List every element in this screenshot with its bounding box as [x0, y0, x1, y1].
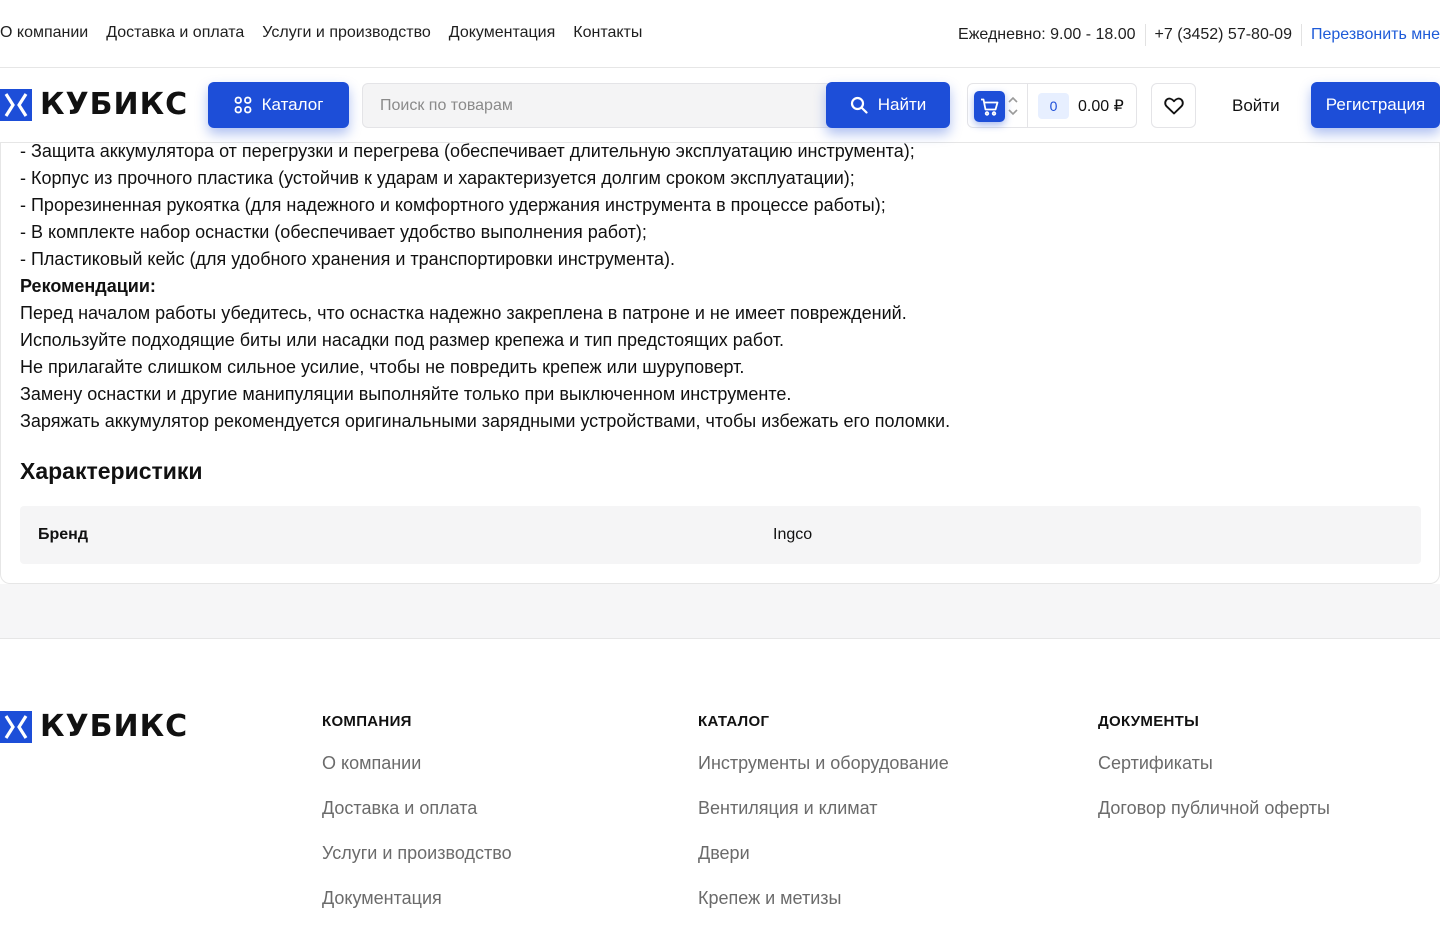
recommendation-line: Заряжать аккумулятор рекомендуется ориги… — [20, 411, 951, 431]
recommendation-line: Не прилагайте слишком сильное усилие, чт… — [20, 357, 745, 377]
grid-icon — [234, 96, 251, 114]
logo-mark-icon — [0, 89, 32, 121]
search-button[interactable]: Найти — [826, 82, 950, 128]
cart-widget[interactable]: 0 0.00 ₽ — [967, 83, 1137, 128]
cart-button[interactable] — [974, 91, 1005, 122]
footer-link[interactable]: Инструменты и оборудование — [698, 752, 949, 774]
footer-link[interactable]: Вентиляция и климат — [698, 797, 949, 819]
phone-link[interactable]: +7 (3452) 57-80-09 — [1155, 26, 1292, 44]
footer-logo[interactable]: КУБИКС — [0, 711, 188, 743]
footer-column-title: КОМПАНИЯ — [322, 713, 412, 730]
top-nav-services[interactable]: Услуги и производство — [262, 24, 431, 42]
register-button[interactable]: Регистрация — [1311, 82, 1440, 128]
logo-text: КУБИКС — [40, 87, 189, 122]
footer-link[interactable]: Документация — [322, 887, 512, 909]
top-bar: О компании Доставка и оплата Услуги и пр… — [0, 0, 1440, 68]
characteristics-title: Характеристики — [20, 458, 203, 484]
page-background-band — [0, 584, 1440, 639]
footer: КУБИКС КОМПАНИЯ О компании Доставка и оп… — [0, 639, 1440, 908]
footer-link[interactable]: Договор публичной оферты — [1098, 797, 1330, 819]
description-line: - Пластиковый кейс (для удобного хранени… — [20, 249, 676, 269]
footer-link[interactable]: Двери — [698, 842, 949, 864]
footer-link[interactable]: Крепеж и метизы — [698, 887, 949, 909]
logo-text: КУБИКС — [40, 709, 189, 744]
top-nav-delivery[interactable]: Доставка и оплата — [106, 24, 244, 42]
product-description-card: - Защита аккумулятора от перегрузки и пе… — [0, 120, 1440, 584]
callback-link[interactable]: Перезвонить мне — [1311, 26, 1440, 44]
catalog-button[interactable]: Каталог — [208, 82, 349, 128]
favorites-button[interactable] — [1151, 83, 1196, 128]
top-nav-docs[interactable]: Документация — [449, 24, 555, 42]
characteristic-key: Бренд — [38, 526, 88, 543]
working-hours: Ежедневно: 9.00 - 18.00 — [958, 26, 1136, 43]
divider — [1027, 84, 1028, 127]
logo-mark-icon — [0, 711, 32, 743]
footer-column-catalog: КАТАЛОГ Инструменты и оборудование Венти… — [698, 713, 949, 932]
description-line: - В комплекте набор оснастки (обеспечива… — [20, 222, 647, 242]
footer-link[interactable]: О компании — [322, 752, 512, 774]
top-nav-about[interactable]: О компании — [0, 24, 88, 42]
search-input[interactable] — [363, 84, 823, 127]
top-info: Ежедневно: 9.00 - 18.00 +7 (3452) 57-80-… — [958, 24, 1440, 46]
heart-icon — [1163, 97, 1184, 114]
product-description: - Защита аккумулятора от перегрузки и пе… — [20, 138, 950, 435]
description-line: - Корпус из прочного пластика (устойчив … — [20, 168, 855, 188]
divider — [1144, 24, 1146, 46]
cart-total: 0.00 ₽ — [1078, 98, 1124, 115]
footer-column-title: ДОКУМЕНТЫ — [1098, 713, 1200, 730]
chevron-up-down-icon[interactable] — [1006, 93, 1020, 119]
characteristic-value: Ingco — [773, 526, 813, 543]
footer-column-title: КАТАЛОГ — [698, 713, 770, 730]
catalog-button-label: Каталог — [261, 95, 324, 114]
footer-link[interactable]: Сертификаты — [1098, 752, 1330, 774]
recommendation-line: Замену оснастки и другие манипуляции вып… — [20, 384, 792, 404]
main-header: КУБИКС Каталог Найти — [0, 68, 1440, 143]
footer-link[interactable]: Доставка и оплата — [322, 797, 512, 819]
cart-icon — [981, 98, 999, 116]
recommendation-line: Используйте подходящие биты или насадки … — [20, 330, 784, 350]
search-button-label: Найти — [877, 95, 927, 114]
cart-count-badge: 0 — [1038, 93, 1069, 119]
login-button[interactable]: Войти — [1232, 96, 1280, 116]
description-line: - Прорезиненная рукоятка (для надежного … — [20, 195, 886, 215]
footer-column-company: КОМПАНИЯ О компании Доставка и оплата Ус… — [322, 713, 512, 932]
footer-link[interactable]: Услуги и производство — [322, 842, 512, 864]
divider — [1300, 24, 1302, 46]
recommendation-line: Перед началом работы убедитесь, что осна… — [20, 303, 907, 323]
top-nav-contacts[interactable]: Контакты — [573, 24, 642, 42]
search-icon — [850, 96, 868, 114]
recommendations-title: Рекомендации: — [20, 276, 156, 296]
site-logo[interactable]: КУБИКС — [0, 89, 188, 121]
footer-column-documents: ДОКУМЕНТЫ Сертификаты Договор публичной … — [1098, 713, 1330, 842]
top-nav: О компании Доставка и оплата Услуги и пр… — [0, 24, 642, 42]
characteristics-row: Бренд Ingco — [20, 506, 1421, 564]
